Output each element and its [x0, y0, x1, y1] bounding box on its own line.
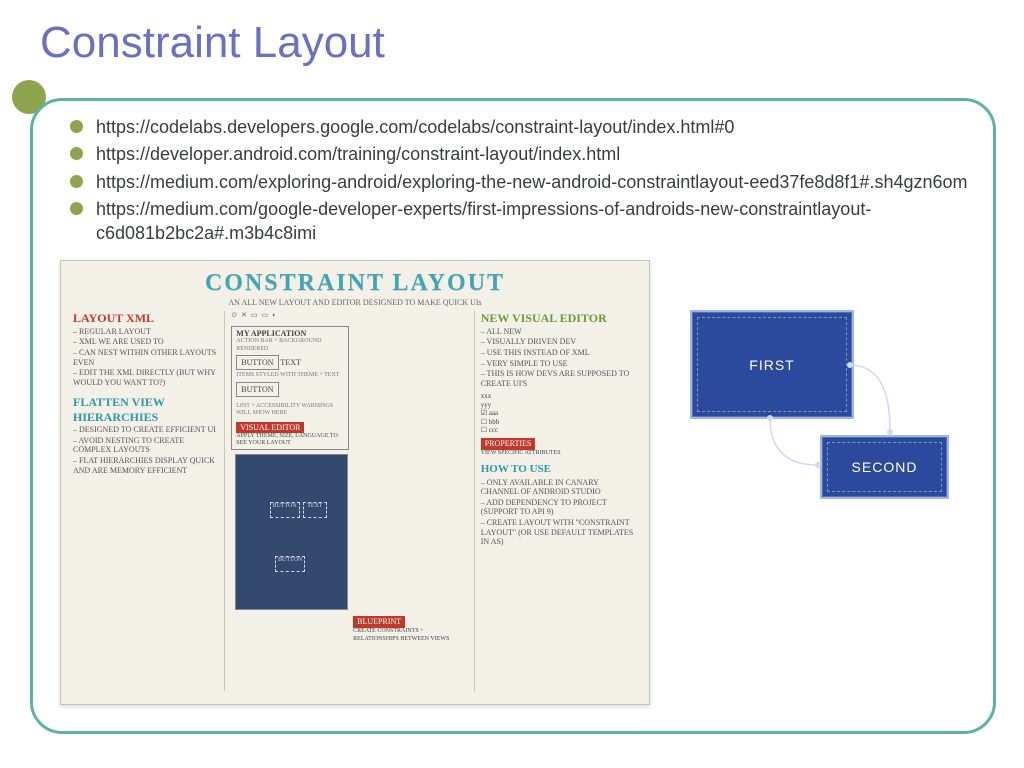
slide-title: Constraint Layout: [0, 0, 1024, 76]
sketch-note: – ONLY AVAILABLE IN CANARY CHANNEL OF AN…: [481, 478, 637, 497]
sketch-note: – EDIT THE XML DIRECTLY (BUT WHY WOULD Y…: [73, 368, 216, 387]
sketch-note: – FLAT HIERARCHIES DISPLAY QUICK AND ARE…: [73, 456, 216, 475]
sketch-note: ITEMS STYLED WITH THEME + TEXT: [236, 372, 344, 379]
sketch-note: – THIS IS HOW DEVS ARE SUPPOSED TO CREAT…: [481, 369, 637, 388]
sketch-note: – USE THIS INSTEAD OF XML: [481, 348, 637, 358]
constraint-diagram: FIRST SECOND: [690, 310, 950, 510]
sketch-widget: BUTTON: [236, 355, 278, 371]
sketch-prop: yyy: [481, 401, 637, 409]
decorative-dot: [12, 80, 46, 114]
sketch-subtitle: AN ALL NEW LAYOUT AND EDITOR DESIGNED TO…: [73, 298, 637, 308]
sketch-prop: xxx: [481, 392, 637, 400]
sketch-widget: BUTTON: [236, 382, 278, 398]
sketch-widget: TEXT: [280, 358, 300, 367]
sketch-app-title: MY APPLICATION: [236, 329, 344, 339]
sketch-title: CONSTRAINT LAYOUT: [73, 269, 637, 298]
sketch-prop: ccc: [489, 426, 498, 434]
sketch-heading: LAYOUT XML: [73, 311, 216, 325]
sketch-note: – DESIGNED TO CREATE EFFICIENT UI: [73, 425, 216, 435]
sketch-note: – VERY SIMPLE TO USE: [481, 359, 637, 369]
sketch-heading: FLATTEN VIEW HIERARCHIES: [73, 395, 216, 424]
sketch-note: – CREATE LAYOUT WITH "CONSTRAINT LAYOUT"…: [481, 518, 637, 547]
sketch-note: – XML WE ARE USED TO: [73, 337, 216, 347]
link-item[interactable]: https://medium.com/exploring-android/exp…: [96, 170, 980, 194]
sketch-note: VIEW SPECIFIC ATTRIBUTES: [481, 450, 637, 457]
link-item[interactable]: https://medium.com/google-developer-expe…: [96, 197, 980, 246]
sketch-tag: PROPERTIES: [481, 438, 536, 450]
sketch-tag: BLUEPRINT: [353, 616, 405, 628]
sketch-note: – ALL NEW: [481, 327, 637, 337]
sketch-note: – ADD DEPENDENCY TO PROJECT (SUPPORT TO …: [481, 498, 637, 517]
sketch-note: LINT + ACCESSIBILITY WARNINGS WILL SHOW …: [236, 403, 344, 417]
sketch-note: CREATE CONSTRAINTS + RELATIONSHIPS BETWE…: [353, 628, 466, 642]
content-area: https://codelabs.developers.google.com/c…: [60, 112, 980, 248]
link-item[interactable]: https://developer.android.com/training/c…: [96, 142, 980, 166]
diagram-box-first: FIRST: [690, 310, 854, 419]
sketch-note: – AVOID NESTING TO CREATE COMPLEX LAYOUT…: [73, 436, 216, 455]
sketch-prop: aaa: [489, 409, 498, 417]
sketch-heading: NEW VISUAL EDITOR: [481, 311, 637, 325]
sketch-note: – CAN NEST WITHIN OTHER LAYOUTS EVEN: [73, 348, 216, 367]
link-list: https://codelabs.developers.google.com/c…: [60, 115, 980, 245]
sketch-note: APPLY THEME, SIZE, LANGUAGE TO SEE YOUR …: [236, 433, 344, 447]
sketch-heading: HOW TO USE: [481, 463, 637, 476]
link-item[interactable]: https://codelabs.developers.google.com/c…: [96, 115, 980, 139]
sketchnote-image: CONSTRAINT LAYOUT AN ALL NEW LAYOUT AND …: [60, 260, 650, 705]
sketch-note: ACTION BAR + BACKGROUND RENDERED: [236, 338, 344, 352]
sketch-note: – VISUALLY DRIVEN DEV: [481, 337, 637, 347]
sketch-tag: VISUAL EDITOR: [236, 422, 304, 434]
diagram-box-second: SECOND: [820, 435, 949, 499]
sketch-prop: bbb: [489, 418, 500, 426]
sketch-note: – REGULAR LAYOUT: [73, 327, 216, 337]
